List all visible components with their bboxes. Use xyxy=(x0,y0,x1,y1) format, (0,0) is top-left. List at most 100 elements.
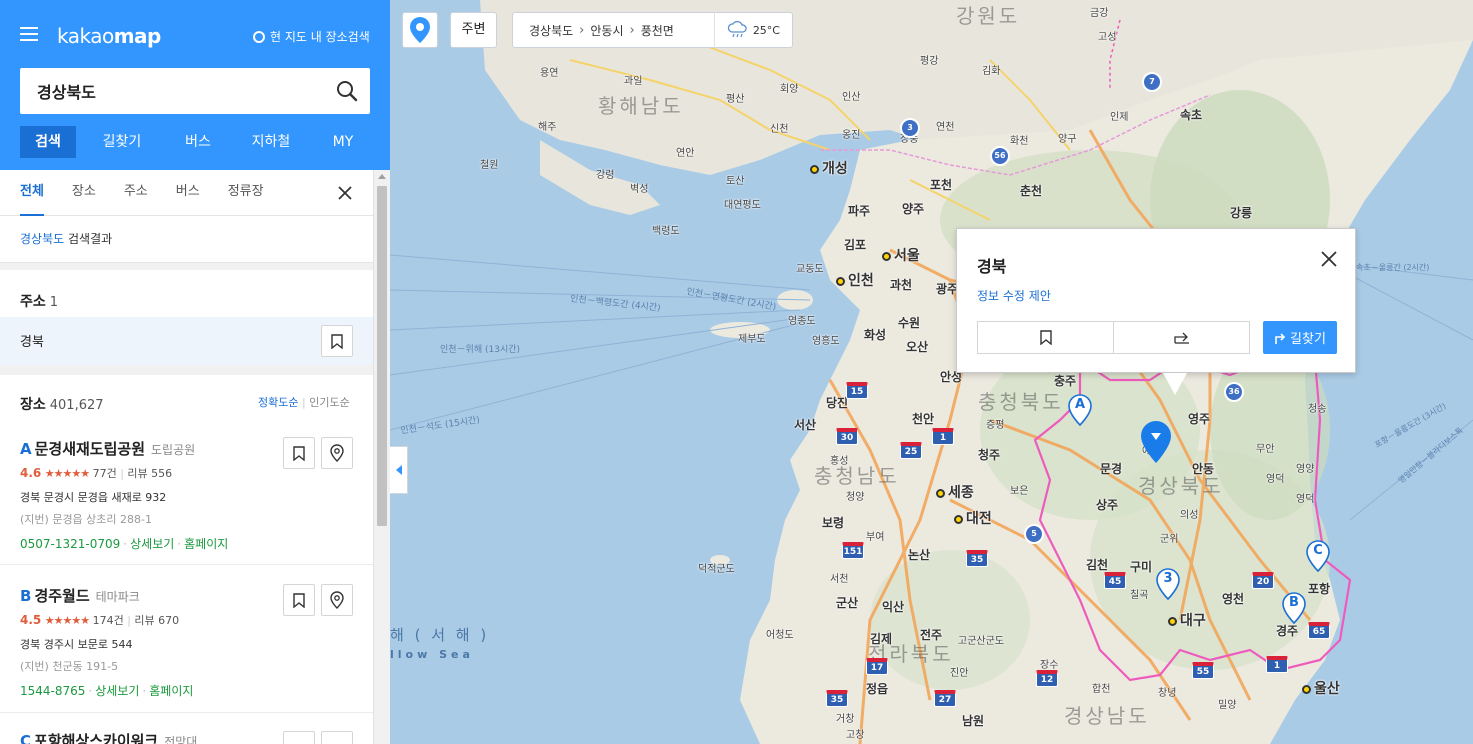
close-icon[interactable] xyxy=(337,185,353,201)
nearby-button[interactable]: 주변 xyxy=(450,12,497,48)
scrollbar[interactable] xyxy=(373,170,390,744)
tab-search[interactable]: 검색 xyxy=(20,126,76,158)
bookmark-button[interactable] xyxy=(283,584,315,616)
city-label: 군산 xyxy=(836,596,859,610)
breadcrumb-province[interactable]: 경상북도 xyxy=(513,22,579,39)
suggest-edit-link[interactable]: 정보 수정 제안 xyxy=(977,287,1051,304)
search-input[interactable] xyxy=(20,68,320,114)
city-label: 화성 xyxy=(864,328,887,342)
weather-widget[interactable]: 25°C xyxy=(713,12,792,48)
place-label: 어청도 xyxy=(766,630,794,641)
menu-icon[interactable] xyxy=(20,27,38,41)
show-on-map-button[interactable] xyxy=(321,584,353,616)
sort-popularity[interactable]: 인기도순 xyxy=(309,396,349,409)
logo-text: kakao xyxy=(57,24,114,48)
directions-label: 길찾기 xyxy=(1290,332,1326,347)
city-label: 합천 xyxy=(1092,684,1111,695)
map-marker-a[interactable]: A xyxy=(1068,394,1092,427)
result-suffix: 검색결과 xyxy=(64,232,113,246)
place-label: 대연평도 xyxy=(724,200,761,211)
review-count[interactable]: 리뷰 670 xyxy=(134,614,179,627)
bookmark-button[interactable] xyxy=(283,437,315,469)
subtab-bus[interactable]: 버스 xyxy=(176,170,200,216)
separator: · xyxy=(88,684,93,698)
subtab-all[interactable]: 전체 xyxy=(20,170,44,216)
tab-subway[interactable]: 지하철 xyxy=(228,126,314,158)
bookmark-button[interactable] xyxy=(283,731,315,744)
place-label: 고창 xyxy=(846,730,865,741)
city-label: 전주 xyxy=(920,628,943,642)
city-label: 창녕 xyxy=(1158,688,1177,699)
place-label: 연천 xyxy=(936,122,955,133)
province-label: 황해남도 xyxy=(598,94,684,118)
detail-link[interactable]: 상세보기 xyxy=(95,684,139,698)
tab-directions[interactable]: 길찾기 xyxy=(76,126,168,158)
province-label: 충청북도 xyxy=(978,390,1064,414)
map-marker-c[interactable]: C xyxy=(1306,540,1330,573)
result-caption: 경상북도 검색결과 xyxy=(20,230,112,247)
rating-count[interactable]: 77건 xyxy=(93,467,117,480)
province-label: 강원도 xyxy=(956,4,1021,28)
area-search-toggle[interactable]: 현 지도 내 장소검색 xyxy=(253,28,370,45)
place-label: 평강 xyxy=(920,56,939,67)
highway-shield: 55 xyxy=(1192,662,1214,679)
city-label: 대전 xyxy=(954,508,992,528)
marker-label: A xyxy=(1074,397,1086,412)
place-address: 경북 문경시 문경읍 새재로 932 xyxy=(20,491,167,504)
place-title: 장소 xyxy=(20,397,46,413)
subtab-place[interactable]: 장소 xyxy=(72,170,96,216)
city-label: 포천 xyxy=(930,178,953,192)
national-road-shield: 56 xyxy=(990,146,1010,166)
location-pin-icon xyxy=(330,591,344,609)
tab-bus[interactable]: 버스 xyxy=(168,126,228,158)
place-marker-letter: C xyxy=(20,732,32,744)
scrollbar-thumb[interactable] xyxy=(377,186,387,526)
highway-shield: 35 xyxy=(966,550,988,567)
kakaomap-logo[interactable]: kakaomap xyxy=(57,24,161,48)
my-location-button[interactable] xyxy=(402,12,438,48)
place-name-text: 경주월드 xyxy=(34,587,90,605)
map-marker-b[interactable]: B xyxy=(1282,592,1306,625)
city-label: 김제 xyxy=(870,632,893,646)
panel-collapse-handle[interactable] xyxy=(390,446,408,494)
city-label: 남원 xyxy=(962,714,985,728)
review-count[interactable]: 리뷰 556 xyxy=(127,467,172,480)
popup-share-button[interactable] xyxy=(1113,322,1249,353)
city-label: 춘천 xyxy=(1020,184,1043,198)
show-on-map-button[interactable] xyxy=(321,437,353,469)
city-label: 과천 xyxy=(890,278,913,292)
close-icon[interactable] xyxy=(1319,249,1339,269)
national-road-shield: 3 xyxy=(900,118,920,138)
tab-my[interactable]: MY xyxy=(314,126,372,158)
popup-bookmark-button[interactable] xyxy=(978,322,1113,353)
subtab-stop[interactable]: 정류장 xyxy=(228,170,264,216)
result-filter-tabs: 전체 장소 주소 버스 정류장 xyxy=(0,170,373,216)
breadcrumb-town[interactable]: 풍천면 xyxy=(635,22,680,39)
popup-pointer xyxy=(1163,373,1187,395)
highway-shield: 17 xyxy=(866,658,888,675)
bookmark-button[interactable] xyxy=(321,325,353,357)
homepage-link[interactable]: 홈페이지 xyxy=(184,537,228,551)
rating-count[interactable]: 174건 xyxy=(93,614,124,627)
highway-shield: 45 xyxy=(1104,572,1126,589)
address-title: 주소 xyxy=(20,294,46,310)
directions-icon xyxy=(1275,332,1286,344)
area-search-label: 현 지도 내 장소검색 xyxy=(270,30,370,44)
homepage-link[interactable]: 홈페이지 xyxy=(149,684,193,698)
city-label: 홍성 xyxy=(830,456,849,467)
search-icon[interactable] xyxy=(336,80,358,102)
address-result-item[interactable]: 경북 xyxy=(0,317,373,365)
map-marker-cluster[interactable]: 3 xyxy=(1156,568,1180,601)
sort-accuracy[interactable]: 정확도순 xyxy=(258,396,298,409)
subtab-address[interactable]: 주소 xyxy=(124,170,148,216)
show-on-map-button[interactable] xyxy=(321,731,353,744)
divider xyxy=(0,712,373,713)
selected-location-marker[interactable] xyxy=(1140,420,1172,464)
place-label: 신천 xyxy=(770,124,789,135)
breadcrumb-city[interactable]: 안동시 xyxy=(584,22,629,39)
popup-directions-button[interactable]: 길찾기 xyxy=(1263,321,1337,354)
scroll-up-arrow-icon[interactable] xyxy=(378,174,386,179)
detail-link[interactable]: 상세보기 xyxy=(130,537,174,551)
city-label: 보령 xyxy=(822,516,845,530)
city-label: 정읍 xyxy=(866,682,889,696)
